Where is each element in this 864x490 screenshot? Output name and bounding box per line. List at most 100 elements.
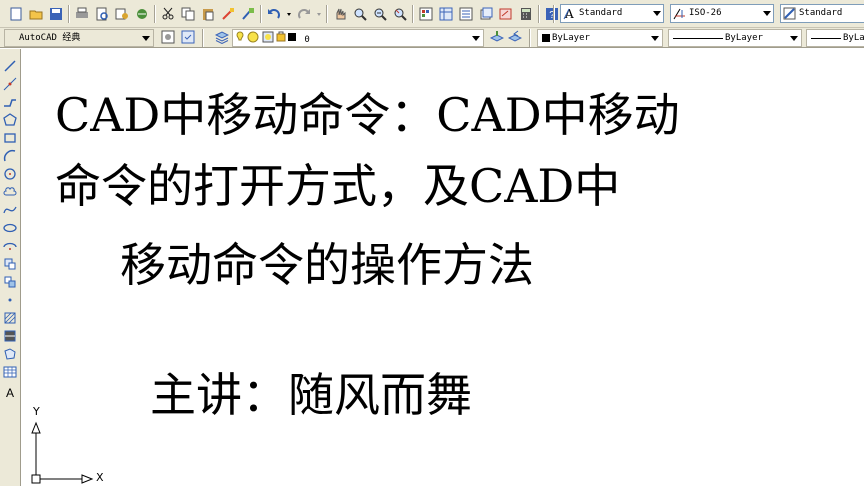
layer-previous-icon[interactable] xyxy=(507,29,523,45)
paste-icon[interactable] xyxy=(200,6,216,22)
multiline-text-icon[interactable]: A xyxy=(3,385,17,399)
separator xyxy=(154,4,156,23)
layer-dropdown[interactable]: 0 xyxy=(232,29,484,47)
plot-icon[interactable] xyxy=(134,6,150,22)
table-style-dropdown[interactable]: Standard xyxy=(780,4,864,23)
construction-line-icon[interactable] xyxy=(3,77,17,91)
presenter-line: 主讲：随风而舞 xyxy=(150,368,472,422)
print-icon[interactable] xyxy=(74,6,90,22)
line-icon[interactable] xyxy=(3,59,17,73)
ucs-x-label: X xyxy=(96,471,104,484)
layer-state-icons xyxy=(235,30,299,50)
ellipse-arc-icon[interactable] xyxy=(3,239,17,253)
gradient-icon[interactable] xyxy=(3,329,17,343)
new-icon[interactable] xyxy=(8,6,24,22)
svg-text:A: A xyxy=(6,386,14,399)
draw-toolbar: A xyxy=(0,49,21,486)
preview-icon[interactable] xyxy=(94,6,110,22)
layer-manager-icon[interactable] xyxy=(214,29,230,45)
chevron-down-icon xyxy=(142,36,150,41)
chevron-down-icon xyxy=(653,11,661,16)
zoom-icon[interactable] xyxy=(352,6,368,22)
text-style-icon: A xyxy=(563,6,577,21)
text-style-value: Standard xyxy=(579,8,623,18)
save-icon[interactable] xyxy=(48,6,64,22)
workspace-dropdown[interactable]: AutoCAD 经典 xyxy=(4,29,154,47)
open-icon[interactable] xyxy=(28,6,44,22)
title-line-1: CAD中移动命令：CAD中移动 xyxy=(55,88,680,142)
make-current-layer-icon[interactable] xyxy=(489,29,505,45)
insert-block-icon[interactable] xyxy=(3,257,17,271)
standard-toolbar: ? A Standard ISO-26 Standard xyxy=(0,0,864,28)
chevron-down-icon xyxy=(763,11,771,16)
layers-toolbar: AutoCAD 经典 0 ByLayer ByLayer ByLa xyxy=(0,28,864,48)
calculator-icon[interactable] xyxy=(518,6,534,22)
rectangle-icon[interactable] xyxy=(3,131,17,145)
publish-icon[interactable] xyxy=(114,6,130,22)
ucs-y-label: Y xyxy=(33,405,40,418)
undo-icon[interactable] xyxy=(266,6,282,22)
separator xyxy=(412,4,414,23)
color-dropdown[interactable]: ByLayer xyxy=(537,29,663,47)
layer-value: 0 xyxy=(304,35,310,45)
markup-icon[interactable] xyxy=(498,6,514,22)
region-icon[interactable] xyxy=(3,347,17,361)
separator xyxy=(260,4,262,23)
table-icon[interactable] xyxy=(3,365,17,379)
separator xyxy=(202,29,204,47)
linetype-dropdown[interactable]: ByLayer xyxy=(668,29,802,47)
table-style-icon xyxy=(783,6,797,21)
ellipse-icon[interactable] xyxy=(3,221,17,235)
polygon-icon[interactable] xyxy=(3,113,17,127)
tool-palettes-icon[interactable] xyxy=(458,6,474,22)
separator xyxy=(68,4,70,23)
separator xyxy=(538,4,540,23)
linetype-value: ByLayer xyxy=(725,33,763,43)
cut-icon[interactable] xyxy=(160,6,176,22)
title-line-3: 移动命令的操作方法 xyxy=(120,238,534,292)
polyline-icon[interactable] xyxy=(3,95,17,109)
sheet-set-icon[interactable] xyxy=(478,6,494,22)
workspace-value: AutoCAD 经典 xyxy=(19,33,81,43)
workspace-settings-icon[interactable] xyxy=(160,29,176,45)
undo-dropdown-icon[interactable] xyxy=(286,6,292,22)
hatch-icon[interactable] xyxy=(3,311,17,325)
text-style-dropdown[interactable]: A Standard xyxy=(560,4,664,23)
pan-icon[interactable] xyxy=(332,6,348,22)
properties-icon[interactable] xyxy=(418,6,434,22)
separator xyxy=(553,5,555,23)
separator xyxy=(326,4,328,23)
dim-style-dropdown[interactable]: ISO-26 xyxy=(670,4,774,23)
arc-icon[interactable] xyxy=(3,149,17,163)
zoom-prev-icon[interactable] xyxy=(392,6,408,22)
title-line-2: 命令的打开方式，及CAD中 xyxy=(55,159,621,213)
make-block-icon[interactable] xyxy=(3,275,17,289)
drawing-canvas[interactable]: CAD中移动命令：CAD中移动 命令的打开方式，及CAD中 移动命令的操作方法 … xyxy=(21,49,864,486)
lineweight-dropdown[interactable]: ByLa xyxy=(806,29,864,47)
redo-dropdown-icon[interactable] xyxy=(316,6,322,22)
dim-style-icon xyxy=(673,6,687,21)
linetype-sample xyxy=(673,37,723,39)
zoom-window-icon[interactable] xyxy=(372,6,388,22)
table-style-value: Standard xyxy=(799,8,843,18)
chevron-down-icon xyxy=(790,36,798,41)
revision-cloud-icon[interactable] xyxy=(3,185,17,199)
workspace-save-icon[interactable] xyxy=(180,29,196,45)
spline-icon[interactable] xyxy=(3,203,17,217)
color-swatch xyxy=(542,34,550,42)
design-center-icon[interactable] xyxy=(438,6,454,22)
point-icon[interactable] xyxy=(3,293,17,307)
dim-style-value: ISO-26 xyxy=(689,8,722,18)
circle-icon[interactable] xyxy=(3,167,17,181)
chevron-down-icon xyxy=(651,36,659,41)
ucs-icon: Y X xyxy=(28,405,118,486)
block-icon[interactable] xyxy=(240,6,256,22)
match-icon[interactable] xyxy=(220,6,236,22)
chevron-down-icon xyxy=(472,36,480,41)
lineweight-sample xyxy=(811,37,841,39)
copy-icon[interactable] xyxy=(180,6,196,22)
separator xyxy=(529,29,531,47)
help-icon[interactable]: ? xyxy=(544,6,560,22)
color-value: ByLayer xyxy=(552,33,590,43)
redo-icon[interactable] xyxy=(296,6,312,22)
